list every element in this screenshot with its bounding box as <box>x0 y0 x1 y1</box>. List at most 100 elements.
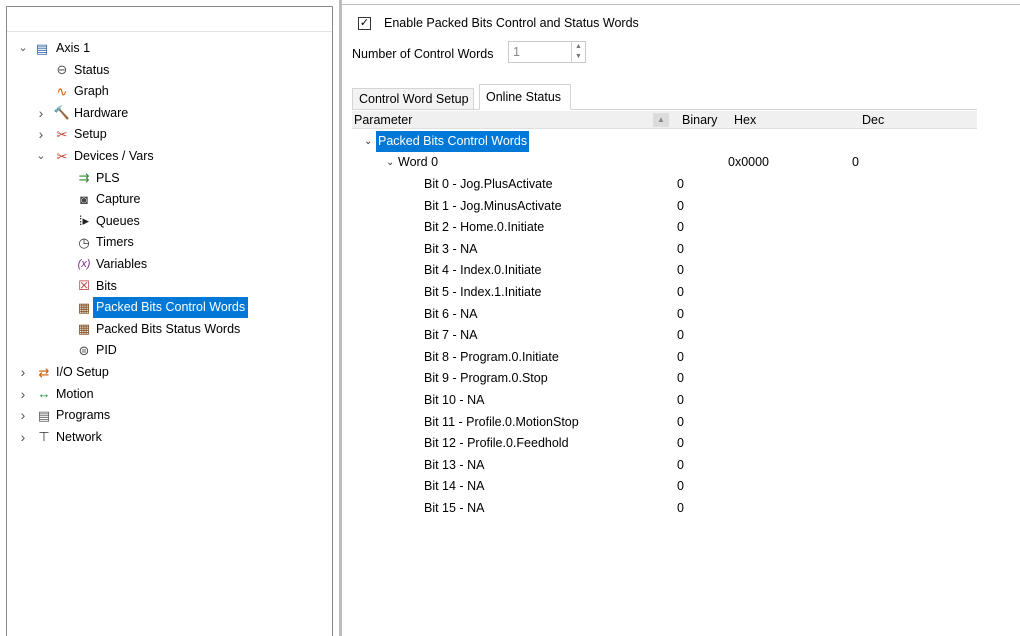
number-of-control-words-label: Number of Control Words <box>352 47 494 61</box>
bit-label: Bit 11 - Profile.0.MotionStop <box>424 414 579 429</box>
bit-label: Bit 0 - Jog.PlusActivate <box>424 177 553 191</box>
chevron-right-icon[interactable]: › <box>35 124 47 145</box>
bit-label: Bit 6 - NA <box>424 306 478 321</box>
document-icon: ▤ <box>37 407 51 423</box>
bit-binary-value: 0 <box>677 393 684 407</box>
col-binary-header[interactable]: Binary <box>682 113 717 127</box>
network-icon: ⊤ <box>38 429 50 445</box>
bit-binary-value: 0 <box>677 263 684 278</box>
top-border <box>342 4 1020 5</box>
chevron-right-icon[interactable]: › <box>35 103 47 124</box>
tree-item-label: Graph <box>74 84 109 99</box>
bit-binary-value: 0 <box>677 328 684 343</box>
pid-icon: ⊜ <box>78 342 90 358</box>
control-words-input[interactable] <box>509 42 564 62</box>
bit-binary-value: 0 <box>677 177 684 191</box>
packed-bits-icon: ▦ <box>77 299 91 315</box>
bit-row[interactable]: Bit 14 - NA 0 <box>424 476 724 497</box>
pls-icon: ⇉ <box>78 170 90 186</box>
bit-row[interactable]: Bit 10 - NA 0 <box>424 390 724 411</box>
bit-row[interactable]: Bit 2 - Home.0.Initiate 0 <box>424 217 724 238</box>
bit-label: Bit 14 - NA <box>424 479 485 494</box>
spin-down-icon[interactable]: ▼ <box>572 52 585 62</box>
bit-label: Bit 5 - Index.1.Initiate <box>424 285 542 299</box>
bit-binary-value: 0 <box>677 285 684 299</box>
io-icon: ⇄ <box>38 364 50 380</box>
packed-bits-icon: ▦ <box>77 321 91 337</box>
bit-row[interactable]: Bit 6 - NA 0 <box>424 304 724 325</box>
packed-bits-editor: ✓ Enable Packed Bits Control and Status … <box>342 0 1020 636</box>
tree-item-label: Variables <box>96 257 148 271</box>
bit-label: Bit 10 - NA <box>424 393 485 407</box>
grid-header: Parameter ▲ Binary Hex Dec <box>352 111 977 129</box>
word-hex-value: 0x0000 <box>728 155 770 169</box>
motion-arrow-icon: ↔ <box>37 386 51 402</box>
tree-item-label: Motion <box>56 386 94 401</box>
tree-item-label: Packed Bits Control Words <box>93 297 249 319</box>
chevron-down-icon[interactable]: ⌄ <box>364 131 374 152</box>
chevron-down-icon[interactable]: ⌄ <box>35 146 47 167</box>
bit-label: Bit 7 - NA <box>424 328 478 343</box>
bit-row[interactable]: Bit 7 - NA 0 <box>424 325 724 346</box>
word-label: Word 0 <box>398 155 439 169</box>
tree-item-label: Programs <box>56 408 111 423</box>
col-dec-header[interactable]: Dec <box>862 113 884 127</box>
bit-label: Bit 4 - Index.0.Initiate <box>424 263 542 278</box>
bit-row[interactable]: Bit 4 - Index.0.Initiate 0 <box>424 260 724 281</box>
control-words-spinbox[interactable]: ▲ ▼ <box>508 41 586 63</box>
bit-row[interactable]: Bit 1 - Jog.MinusActivate 0 <box>424 196 724 217</box>
servo-drive-icon: ▤ <box>35 40 49 56</box>
bit-row[interactable]: Bit 13 - NA 0 <box>424 455 724 476</box>
bit-binary-value: 0 <box>677 198 684 213</box>
tree-item-label: Devices / Vars <box>74 149 154 163</box>
tree-item-label: Network <box>56 429 102 444</box>
bit-binary-value: 0 <box>677 241 684 256</box>
bit-row[interactable]: Bit 0 - Jog.PlusActivate 0 <box>424 174 724 195</box>
tree-item-label: I/O Setup <box>56 365 109 379</box>
chevron-right-icon[interactable]: › <box>17 384 29 405</box>
bit-label: Bit 9 - Program.0.Stop <box>424 371 548 386</box>
tree-item-label: Timers <box>96 235 134 250</box>
col-hex-header[interactable]: Hex <box>734 113 756 127</box>
chevron-down-icon[interactable]: ⌄ <box>386 152 396 173</box>
stopwatch-icon: ◷ <box>78 234 90 250</box>
bit-row[interactable]: Bit 9 - Program.0.Stop 0 <box>424 368 724 389</box>
sort-arrow-icon[interactable]: ▲ <box>653 113 669 127</box>
chevron-down-icon[interactable]: ⌄ <box>17 38 29 59</box>
chevron-right-icon[interactable]: › <box>17 362 29 383</box>
tree-item-label: PID <box>96 343 117 358</box>
status-loop-icon: ⊖ <box>56 62 68 78</box>
bit-binary-value: 0 <box>677 349 684 364</box>
bit-label: Bit 3 - NA <box>424 241 478 256</box>
tree-item-label: Hardware <box>74 105 129 120</box>
bit-row[interactable]: Bit 5 - Index.1.Initiate 0 <box>424 282 724 303</box>
bit-label: Bit 12 - Profile.0.Feedhold <box>424 436 569 451</box>
bit-row[interactable]: Bit 15 - NA 0 <box>424 498 724 519</box>
word-dec-value: 0 <box>852 155 859 169</box>
tree-item-label: Status <box>74 62 110 77</box>
tools-icon: ✂ <box>56 126 68 142</box>
project-tree-panel: ⌄ ▤ Axis 1 ⊖ Status ∿ Graph › 🔨 Hardware › ✂ Setup ⌄ ✂… <box>6 6 333 636</box>
bit-row[interactable]: Bit 8 - Program.0.Initiate 0 <box>424 347 724 368</box>
queue-icon: ⁞▸ <box>78 213 90 229</box>
enable-packed-bits-checkbox[interactable]: ✓ <box>358 17 371 30</box>
tree-item-label: Bits <box>96 278 117 293</box>
col-parameter-header[interactable]: Parameter <box>354 113 412 127</box>
tree-item-label: Setup <box>74 127 107 142</box>
tab-control-word-setup[interactable]: Control Word Setup <box>352 88 474 110</box>
bit-label: Bit 15 - NA <box>424 501 485 515</box>
bit-binary-value: 0 <box>677 436 684 451</box>
bit-label: Bit 2 - Home.0.Initiate <box>424 220 545 235</box>
spin-arrows[interactable]: ▲ ▼ <box>571 42 585 62</box>
spin-up-icon[interactable]: ▲ <box>572 42 585 52</box>
bit-binary-value: 0 <box>677 220 684 235</box>
chevron-right-icon[interactable]: › <box>17 405 29 426</box>
tab-online-status[interactable]: Online Status <box>479 84 571 110</box>
bit-row[interactable]: Bit 11 - Profile.0.MotionStop 0 <box>424 412 724 433</box>
bit-row[interactable]: Bit 3 - NA 0 <box>424 239 724 260</box>
chevron-right-icon[interactable]: › <box>17 427 29 448</box>
bit-binary-value: 0 <box>677 306 684 321</box>
word-row[interactable]: ⌄ Word 0 0x0000 0 <box>386 152 946 173</box>
bit-row[interactable]: Bit 12 - Profile.0.Feedhold 0 <box>424 433 724 454</box>
bit-binary-value: 0 <box>677 371 684 386</box>
